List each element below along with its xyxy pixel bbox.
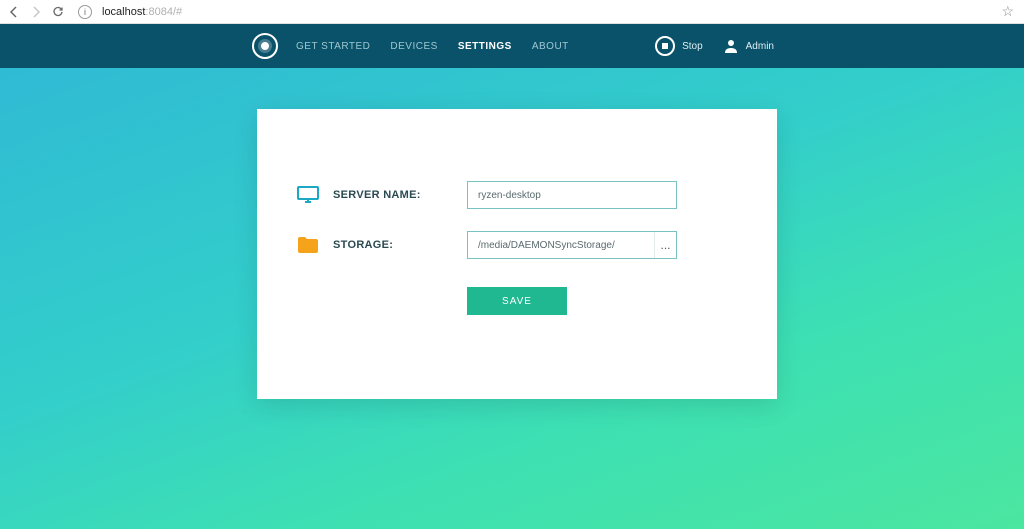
storage-label: STORAGE:: [333, 239, 453, 251]
back-button[interactable]: [6, 4, 22, 20]
admin-menu[interactable]: Admin: [723, 38, 774, 54]
browse-button[interactable]: ...: [654, 232, 676, 258]
folder-icon: [297, 237, 319, 253]
storage-row: STORAGE: ...: [297, 231, 737, 259]
main-nav: GET STARTED DEVICES SETTINGS ABOUT: [296, 41, 569, 52]
stop-icon: [655, 36, 675, 56]
nav-about[interactable]: ABOUT: [532, 41, 569, 52]
nav-get-started[interactable]: GET STARTED: [296, 41, 370, 52]
server-name-row: SERVER NAME:: [297, 181, 737, 209]
url-rest: :8084/#: [145, 6, 182, 18]
site-info-icon[interactable]: i: [78, 5, 92, 19]
nav-settings[interactable]: SETTINGS: [458, 41, 512, 52]
nav-devices[interactable]: DEVICES: [390, 41, 437, 52]
save-button[interactable]: SAVE: [467, 287, 567, 315]
app-logo-icon[interactable]: [252, 33, 278, 59]
address-bar[interactable]: localhost:8084/#: [102, 6, 182, 18]
app-header: GET STARTED DEVICES SETTINGS ABOUT Stop …: [0, 24, 1024, 68]
settings-card: SERVER NAME: STORAGE: ... SAVE: [257, 109, 777, 399]
server-name-input[interactable]: [467, 181, 677, 209]
user-icon: [723, 38, 739, 54]
server-name-label: SERVER NAME:: [333, 189, 453, 201]
monitor-icon: [297, 186, 319, 204]
admin-label: Admin: [746, 41, 774, 52]
stop-button[interactable]: Stop: [655, 36, 703, 56]
browser-chrome: i localhost:8084/# ☆: [0, 0, 1024, 24]
forward-button[interactable]: [28, 4, 44, 20]
storage-input[interactable]: [467, 231, 677, 259]
stop-label: Stop: [682, 41, 703, 52]
reload-button[interactable]: [50, 4, 66, 20]
bookmark-star-icon[interactable]: ☆: [1001, 3, 1018, 20]
url-host: localhost: [102, 6, 145, 18]
page-body: GET STARTED DEVICES SETTINGS ABOUT Stop …: [0, 24, 1024, 529]
